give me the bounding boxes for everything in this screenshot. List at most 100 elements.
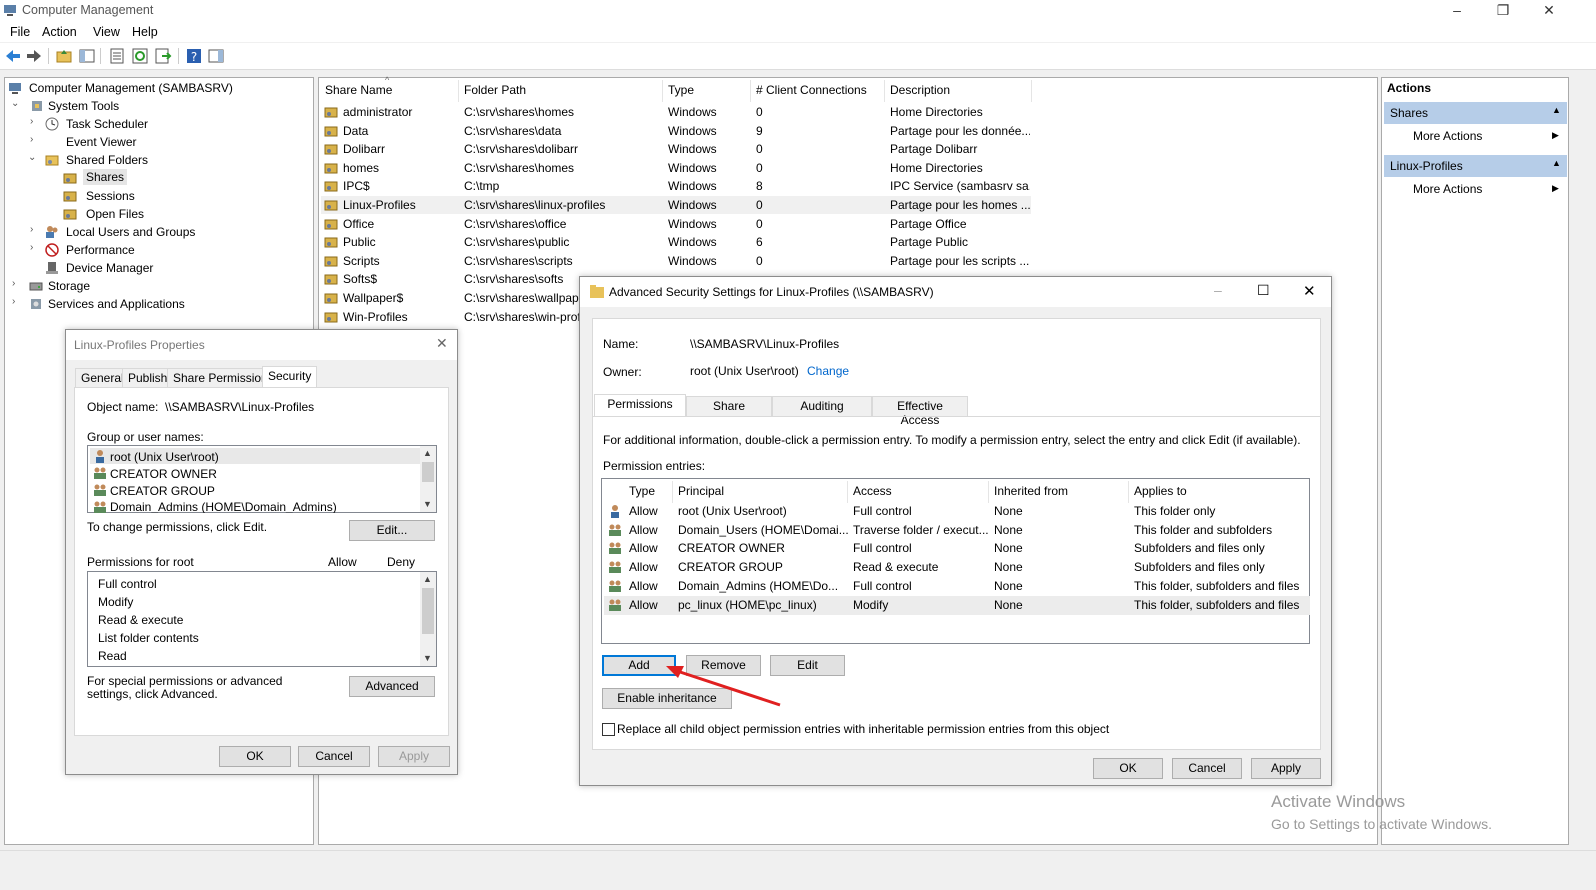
actions-group-linux-profiles[interactable]: Linux-Profiles ▲ xyxy=(1384,155,1567,177)
open-files-icon xyxy=(63,209,77,220)
entry-access: Full control xyxy=(853,578,912,593)
edit-button[interactable]: Edit... xyxy=(349,520,435,541)
more-actions-shares[interactable]: More Actions xyxy=(1413,129,1482,143)
menu-file[interactable]: File xyxy=(10,25,30,39)
header-description[interactable]: Description xyxy=(890,83,950,97)
replace-child-checkbox[interactable] xyxy=(602,723,615,736)
advanced-ok-button[interactable]: OK xyxy=(1093,758,1163,779)
chevron-down-icon[interactable]: ⌄ xyxy=(11,98,19,109)
chevron-right-icon[interactable]: › xyxy=(30,134,33,145)
advanced-button[interactable]: Advanced xyxy=(349,676,435,697)
header-share-name[interactable]: Share Name xyxy=(325,83,392,97)
tab-share[interactable]: Share xyxy=(686,396,772,416)
menu-help[interactable]: Help xyxy=(132,25,158,39)
tab-permissions[interactable]: Permissions xyxy=(594,394,686,416)
close-icon[interactable]: ✕ xyxy=(436,335,448,352)
user-list-scrollbar[interactable]: ▲ ▼ xyxy=(420,446,436,512)
back-arrow-icon[interactable] xyxy=(4,47,22,65)
entry-access: Traverse folder / execut... xyxy=(853,522,989,537)
collapse-up-icon[interactable]: ▲ xyxy=(1552,158,1561,168)
tab-publish[interactable]: Publish xyxy=(122,368,174,388)
properties-ok-button[interactable]: OK xyxy=(219,746,291,767)
properties-dialog: Linux-Profiles Properties ✕ General Publ… xyxy=(65,329,458,775)
header-applies-to[interactable]: Applies to xyxy=(1134,484,1187,498)
share-type: Windows xyxy=(668,235,717,250)
close-button[interactable]: ✕ xyxy=(1526,0,1572,22)
list-item[interactable]: CREATOR OWNER xyxy=(90,465,420,481)
refresh-icon[interactable] xyxy=(131,47,149,65)
close-icon[interactable]: ✕ xyxy=(1303,282,1316,300)
entry-type: Allow xyxy=(629,522,658,537)
show-action-pane-icon[interactable] xyxy=(207,47,225,65)
advanced-apply-button[interactable]: Apply xyxy=(1251,758,1321,779)
entry-principal: Domain_Users (HOME\Domai... xyxy=(678,522,848,537)
table-row[interactable]: Data C:\srv\shares\data Windows 9 Partage po… xyxy=(321,122,1031,140)
table-row[interactable]: Scripts C:\srv\shares\scripts Windows 0 Part… xyxy=(321,252,1031,270)
menu-action[interactable]: Action xyxy=(42,25,77,39)
restore-button[interactable]: ❐ xyxy=(1480,0,1526,22)
group-user-listbox[interactable]: root (Unix User\root) CREATOR OWNER CREA… xyxy=(87,445,437,513)
header-client-connections[interactable]: # Client Connections xyxy=(756,83,867,97)
chevron-right-icon[interactable]: › xyxy=(12,296,15,307)
perm-list-scrollbar[interactable]: ▲ ▼ xyxy=(420,572,436,666)
table-row[interactable]: Allow CREATOR OWNER Full control None Subfol… xyxy=(604,539,1310,558)
change-owner-link[interactable]: Change xyxy=(807,364,849,378)
list-item[interactable]: Domain_Admins (HOME\Domain_Admins) xyxy=(90,499,420,513)
properties-apply-button[interactable]: Apply xyxy=(378,746,450,767)
table-row[interactable]: Linux-Profiles C:\srv\shares\linux-profil… xyxy=(321,196,1031,214)
header-type[interactable]: Type xyxy=(668,83,694,97)
header-access[interactable]: Access xyxy=(853,484,892,498)
table-row[interactable]: IPC$ C:\tmp Windows 8 IPC Service (sambasrv … xyxy=(321,177,1031,195)
table-row[interactable]: Office C:\srv\shares\office Windows 0 Partag… xyxy=(321,215,1031,233)
list-item[interactable]: root (Unix User\root) xyxy=(90,448,420,464)
header-principal[interactable]: Principal xyxy=(678,484,724,498)
properties-icon[interactable] xyxy=(108,47,126,65)
advanced-title: Advanced Security Settings for Linux-Pro… xyxy=(609,285,934,299)
minimize-icon[interactable]: – xyxy=(1214,282,1222,298)
scroll-down-icon[interactable]: ▼ xyxy=(423,499,432,509)
advanced-cancel-button[interactable]: Cancel xyxy=(1172,758,1242,779)
list-item[interactable]: CREATOR GROUP xyxy=(90,482,420,498)
tab-effective-access[interactable]: Effective Access xyxy=(872,396,968,427)
table-row[interactable]: Allow Domain_Users (HOME\Domai... Traverse… xyxy=(604,521,1310,540)
maximize-icon[interactable]: ☐ xyxy=(1257,282,1270,299)
folder-path: C:\srv\shares\homes xyxy=(464,105,575,119)
more-actions-linux-profiles[interactable]: More Actions xyxy=(1413,182,1482,196)
table-row[interactable]: administrator C:\srv\shares\homes Windows 0… xyxy=(321,103,1031,121)
share-description: Home Directories xyxy=(890,160,983,175)
chevron-right-icon[interactable]: › xyxy=(30,224,33,235)
window-title: Computer Management xyxy=(22,3,154,17)
export-list-icon[interactable] xyxy=(154,47,172,65)
scroll-up-icon[interactable]: ▲ xyxy=(423,448,432,458)
permission-entries-list[interactable]: Type Principal Access Inherited from App… xyxy=(601,478,1310,644)
menu-view[interactable]: View xyxy=(93,25,120,39)
collapse-up-icon[interactable]: ▲ xyxy=(1552,105,1561,115)
forward-arrow-icon[interactable] xyxy=(25,47,43,65)
scroll-up-icon[interactable]: ▲ xyxy=(423,574,432,584)
minimize-button[interactable]: – xyxy=(1434,0,1480,22)
chevron-down-icon[interactable]: ⌄ xyxy=(28,152,36,163)
table-row[interactable]: Dolibarr C:\srv\shares\dolibarr Windows 0 Pa… xyxy=(321,140,1031,158)
table-row[interactable]: Allow Domain_Admins (HOME\Do... Full contr… xyxy=(604,577,1310,596)
share-icon xyxy=(324,237,338,248)
show-hide-tree-icon[interactable] xyxy=(78,47,96,65)
tab-auditing[interactable]: Auditing xyxy=(772,396,872,416)
header-type[interactable]: Type xyxy=(629,484,655,498)
chevron-right-icon[interactable]: › xyxy=(12,278,15,289)
table-row[interactable]: Allow root (Unix User\root) Full control No… xyxy=(604,502,1310,521)
table-row[interactable]: Allow pc_linux (HOME\pc_linux) Modify None T… xyxy=(604,595,1310,615)
table-row[interactable]: Allow CREATOR GROUP Read & execute None Subf… xyxy=(604,558,1310,577)
tab-security[interactable]: Security xyxy=(262,366,318,388)
chevron-right-icon[interactable]: › xyxy=(30,242,33,253)
help-icon[interactable]: ? xyxy=(185,47,203,65)
properties-cancel-button[interactable]: Cancel xyxy=(298,746,370,767)
share-icon xyxy=(324,256,338,267)
chevron-right-icon[interactable]: › xyxy=(30,116,33,127)
table-row[interactable]: Public C:\srv\shares\public Windows 6 Partag… xyxy=(321,233,1031,251)
actions-group-shares[interactable]: Shares ▲ xyxy=(1384,102,1567,124)
up-folder-icon[interactable] xyxy=(55,47,73,65)
scroll-down-icon[interactable]: ▼ xyxy=(423,653,432,663)
header-folder-path[interactable]: Folder Path xyxy=(464,83,526,97)
header-inherited-from[interactable]: Inherited from xyxy=(994,484,1068,498)
table-row[interactable]: homes C:\srv\shares\homes Windows 0 Home Dir… xyxy=(321,159,1031,177)
